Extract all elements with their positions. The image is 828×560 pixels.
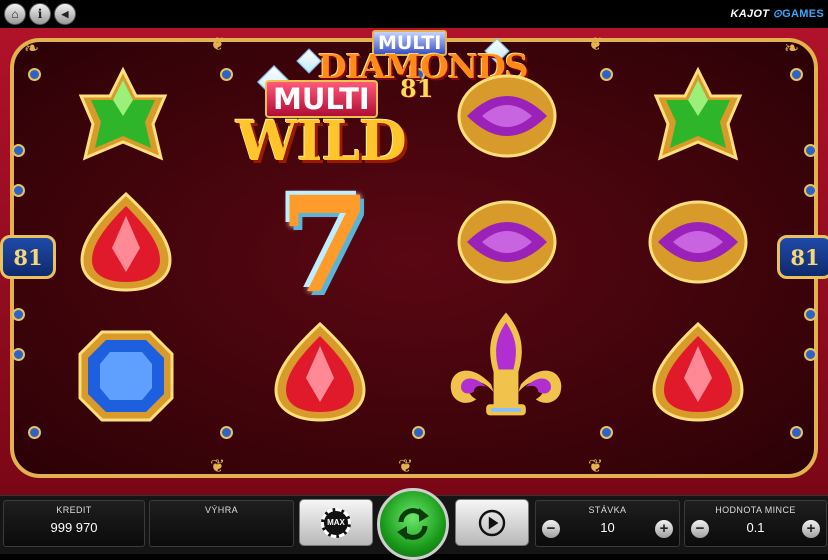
ornament-icon: ❦ [588,456,604,476]
win-label: VÝHRA [204,505,238,515]
ornament-icon: ❦ [210,34,226,54]
wild-label: WILD [236,108,407,173]
stud-decoration [790,68,803,81]
fleur-de-lis-icon [444,310,568,434]
stud-decoration [804,184,817,197]
spin-arrows-icon [397,508,429,540]
ornament-icon: ❧ [24,38,40,58]
blue-gem-icon [76,326,176,426]
max-chip-icon: MAX [321,507,351,538]
red-gem-icon [648,321,748,422]
control-bar: KREDIT 999 970 VÝHRA MAX STÁVKA 10 − + H… [0,488,828,560]
ornament-icon: ❦ [210,456,226,476]
spin-button[interactable] [377,488,449,560]
max-label: MAX [327,518,345,527]
credit-panel: KREDIT 999 970 [3,500,145,547]
green-gem-icon [648,66,748,166]
stud-decoration [804,348,817,361]
coin-value-label: HODNOTA MINCE [715,505,796,515]
info-icon[interactable]: i [29,3,51,25]
coin-value-panel: HODNOTA MINCE 0.1 − + [684,500,827,547]
stud-decoration [220,426,233,439]
top-bar: ⌂ i ◀ KAJOT ⊙GAMES [0,0,828,28]
red-gem-icon [270,321,370,422]
stud-decoration [804,308,817,321]
ornament-icon: ❦ [588,34,604,54]
stud-decoration [412,426,425,439]
brand-separator: ⊙ [772,8,783,20]
stud-decoration [28,68,41,81]
purple-gem-icon [648,192,748,292]
stud-decoration [790,426,803,439]
brand-name: KAJOT [730,8,770,20]
coin-decrease-button[interactable]: − [691,520,709,538]
seven-symbol: 7 [279,168,371,323]
stud-decoration [804,144,817,157]
bet-decrease-button[interactable]: − [542,520,560,538]
paylines-badge-left: 81 [0,235,56,279]
purple-gem-icon [457,66,557,166]
multi-wild-symbol: MULTI WILD [232,80,422,175]
stud-decoration [12,308,25,321]
stud-decoration [12,348,25,361]
max-bet-button[interactable]: MAX [299,499,373,546]
win-panel: VÝHRA [149,500,294,547]
stud-decoration [600,68,613,81]
bet-increase-button[interactable]: + [655,520,673,538]
stud-decoration [12,144,25,157]
credit-label: KREDIT [56,505,92,515]
brand-logo: KAJOT ⊙GAMES [730,7,824,20]
purple-gem-icon [457,192,557,292]
stud-decoration [12,184,25,197]
autoplay-button[interactable] [455,499,529,546]
bet-panel: STÁVKA 10 − + [535,500,680,547]
red-gem-icon [76,191,176,292]
sound-icon[interactable]: ◀ [54,3,76,25]
bet-label: STÁVKA [588,505,627,515]
ornament-icon: ❦ [398,456,414,476]
credit-value: 999 970 [50,520,98,535]
home-icon[interactable]: ⌂ [4,3,26,25]
stud-decoration [28,426,41,439]
coin-increase-button[interactable]: + [802,520,820,538]
stud-decoration [600,426,613,439]
brand-suffix: GAMES [782,8,824,20]
autoplay-icon [478,509,506,536]
green-gem-icon [73,66,173,166]
ornament-icon: ❧ [784,38,800,58]
paylines-badge-right: 81 [777,235,828,279]
